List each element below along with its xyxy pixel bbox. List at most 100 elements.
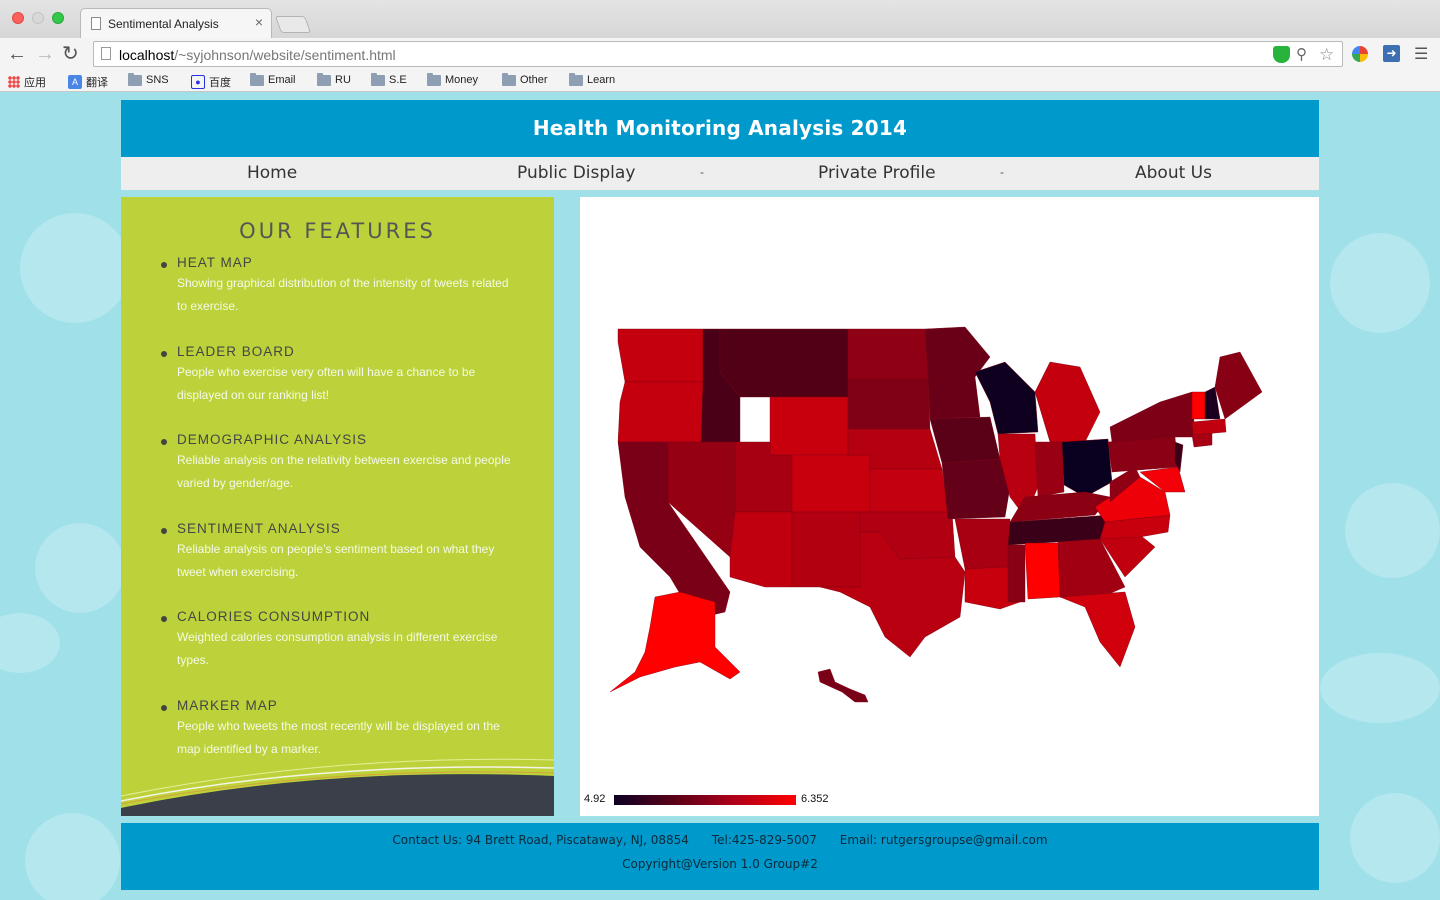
site-title: Health Monitoring Analysis 2014 [532,116,908,140]
forward-arrow-icon[interactable]: → [35,43,55,65]
shield-icon[interactable] [1273,46,1290,63]
state-mi [1034,361,1101,443]
state-vt [1191,391,1206,420]
tab-close-icon[interactable]: × [255,14,263,30]
state-ct [1191,432,1213,448]
nav-public-display[interactable]: Public Display [517,163,635,183]
background-bubble [25,813,120,900]
background-bubble [1320,653,1440,723]
feature-title: CALORIES CONSUMPTION [177,609,371,624]
nav-about-us[interactable]: About Us [1135,163,1212,183]
folder-icon [427,72,441,86]
site-navigation: Home Public Display - Private Profile - … [121,157,1319,190]
state-ms [1007,544,1026,603]
site-header: Health Monitoring Analysis 2014 [121,100,1319,157]
apps-grid-icon [8,76,20,88]
background-bubble [1350,793,1440,883]
bookmark-label: Email [268,74,296,86]
state-nd [847,328,929,380]
bookmark-baidu[interactable]: ● 百度 [191,74,231,90]
new-tab-button[interactable] [274,16,312,33]
reload-icon[interactable]: ↻ [62,43,79,65]
state-pa [1107,436,1179,473]
feature-title: DEMOGRAPHIC ANALYSIS [177,432,368,447]
bookmark-money[interactable]: Money [427,72,479,86]
legend-max-label: 6.352 [801,793,829,805]
nav-home[interactable]: Home [247,163,297,183]
bookmark-ru[interactable]: RU [317,72,351,86]
menu-icon[interactable]: ☰ [1414,44,1428,64]
browser-toolbar: ← → ↻ localhost/~syjohnson/website/senti… [0,38,1440,70]
bullet-icon [161,528,167,534]
extension-arrow-icon[interactable]: ➜ [1383,45,1400,62]
bookmark-other[interactable]: Other [502,72,548,86]
state-ma [1191,418,1227,436]
background-bubble [35,523,125,613]
bookmark-apps[interactable]: 应用 [8,74,46,90]
url-path: /~syjohnson/website/sentiment.html [174,47,396,63]
background-bubble [0,613,60,673]
nav-separator: - [700,165,704,179]
minimize-window-button[interactable] [32,12,44,24]
background-bubble [20,213,130,323]
state-nm [791,511,861,588]
bookmarks-bar: 应用 A 翻译 SNS ● 百度 Email RU S.E Money Other … [0,70,1440,92]
bookmark-se[interactable]: S.E [371,72,407,86]
nav-separator: - [1000,165,1004,179]
site-footer: Contact Us: 94 Brett Road, Piscataway, N… [121,823,1319,890]
bullet-icon [161,351,167,357]
legend-color-scale [614,795,796,805]
state-or [617,381,704,443]
state-hi [817,668,869,703]
bookmark-email[interactable]: Email [250,72,296,86]
state-in [1034,441,1065,498]
star-icon[interactable]: ☆ [1319,46,1336,63]
paw-icon: ● [191,75,205,89]
footer-contact: Contact Us: 94 Brett Road, Piscataway, N… [392,833,1048,847]
bookmark-translate[interactable]: A 翻译 [68,74,108,90]
bookmark-label: 百度 [209,77,231,89]
bullet-icon [161,262,167,268]
background-bubble [1330,233,1430,333]
state-ar [954,518,1011,570]
state-ny [1109,391,1196,443]
close-window-button[interactable] [12,12,24,24]
url-host: localhost [119,47,175,63]
back-arrow-icon[interactable]: ← [7,43,27,65]
bookmark-label: 应用 [24,77,46,89]
bookmark-sns[interactable]: SNS [128,72,169,86]
decorative-swoosh [121,758,554,816]
state-al [1024,542,1061,600]
state-wy [769,396,849,456]
url-text[interactable]: localhost/~syjohnson/website/sentiment.h… [119,47,396,63]
folder-icon [250,72,264,86]
maximize-window-button[interactable] [52,12,64,24]
feature-title: LEADER BOARD [177,344,295,359]
state-mt [719,328,849,398]
state-sd [847,378,931,430]
bookmark-label: Money [445,74,479,86]
folder-icon [128,72,142,86]
search-icon[interactable]: ⚲ [1296,46,1313,63]
bookmark-label: 翻译 [86,77,108,89]
feature-title: MARKER MAP [177,698,278,713]
browser-tab[interactable]: Sentimental Analysis × [80,8,272,38]
folder-icon [569,72,583,86]
feature-title: SENTIMENT ANALYSIS [177,521,341,536]
features-heading: OUR FEATURES [239,219,436,243]
folder-icon [317,72,331,86]
chrome-extension-icon[interactable] [1352,46,1368,62]
bookmark-label: Learn [587,74,616,86]
us-heat-map [609,326,1263,703]
address-bar[interactable]: localhost/~syjohnson/website/sentiment.h… [93,41,1343,67]
nav-private-profile[interactable]: Private Profile [818,163,936,183]
bullet-icon [161,439,167,445]
bullet-icon [161,616,167,622]
feature-description: People who exercise very often will have… [177,365,476,402]
legend-min-label: 4.92 [584,793,606,805]
bookmark-label: SNS [146,74,169,86]
page-icon [101,47,111,60]
state-oh [1061,438,1113,498]
feature-description: Reliable analysis on the relativity betw… [177,453,511,490]
bookmark-learn[interactable]: Learn [569,72,616,86]
